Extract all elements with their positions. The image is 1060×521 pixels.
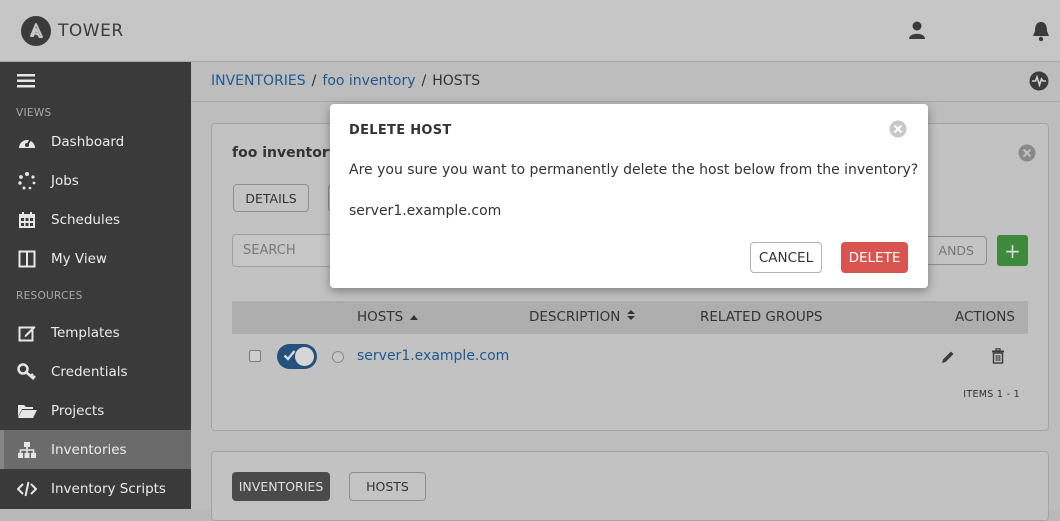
ansible-logo-icon — [21, 16, 51, 46]
sidebar-item-templates[interactable]: Templates — [0, 313, 191, 352]
breadcrumb-foo-inventory[interactable]: foo inventory — [322, 73, 415, 89]
column-description[interactable]: DESCRIPTION — [529, 309, 636, 325]
sidebar-item-inventories[interactable]: Inventories — [0, 430, 191, 469]
sidebar-item-dashboard[interactable]: Dashboard — [0, 122, 191, 161]
items-count: ITEMS 1 - 1 — [963, 389, 1020, 400]
close-icon[interactable] — [889, 120, 907, 138]
sidebar-item-jobs[interactable]: Jobs — [0, 161, 191, 200]
section-label-views: VIEWS — [16, 107, 52, 119]
column-hosts-label: HOSTS — [357, 309, 404, 325]
sidebar-item-schedules[interactable]: Schedules — [0, 200, 191, 239]
cancel-button[interactable]: CANCEL — [750, 242, 822, 273]
tab-hosts[interactable]: HOSTS — [349, 472, 426, 501]
dashboard-icon — [16, 132, 38, 152]
host-enabled-toggle[interactable] — [277, 344, 317, 369]
pencil-square-icon — [16, 323, 38, 343]
column-related-groups: RELATED GROUPS — [700, 309, 822, 325]
column-actions: ACTIONS — [955, 309, 1015, 325]
panel-title: foo inventory — [232, 145, 338, 161]
column-related-groups-label: RELATED GROUPS — [700, 309, 823, 325]
calendar-icon — [16, 210, 38, 230]
sort-icon — [626, 309, 636, 325]
breadcrumb-separator: / — [421, 73, 427, 89]
add-host-button[interactable]: + — [997, 235, 1028, 266]
sidebar-item-label: Dashboard — [51, 133, 125, 150]
column-actions-label: ACTIONS — [955, 309, 1015, 325]
brand-name: TOWER — [58, 21, 124, 41]
sidebar-item-label: My View — [51, 250, 107, 267]
host-status-indicator — [332, 351, 344, 363]
related-panel: INVENTORIES HOSTS — [211, 451, 1049, 521]
brand[interactable]: TOWER — [21, 16, 124, 46]
sidebar-item-credentials[interactable]: Credentials — [0, 352, 191, 391]
table-row: server1.example.com — [232, 334, 1028, 380]
columns-icon — [16, 249, 38, 269]
bell-icon[interactable] — [1031, 20, 1051, 42]
breadcrumb-separator: / — [311, 73, 317, 89]
sidebar-item-label: Inventory Scripts — [51, 480, 166, 497]
sidebar-item-projects[interactable]: Projects — [0, 391, 191, 430]
table-header: HOSTS DESCRIPTION RELATED GROUPS ACTIONS — [232, 301, 1028, 334]
key-icon — [16, 362, 38, 382]
row-checkbox[interactable] — [249, 350, 261, 362]
user-icon[interactable] — [908, 20, 928, 42]
sidebar-item-my-view[interactable]: My View — [0, 239, 191, 278]
sidebar-item-label: Jobs — [51, 172, 79, 189]
modal-host-name: server1.example.com — [349, 203, 502, 219]
menu-toggle-icon[interactable] — [17, 74, 35, 88]
modal-title: DELETE HOST — [349, 123, 452, 138]
column-hosts[interactable]: HOSTS — [357, 309, 419, 325]
edit-icon[interactable] — [940, 349, 956, 369]
toggle-knob — [295, 347, 314, 366]
activity-stream-icon[interactable] — [1029, 71, 1049, 91]
close-icon[interactable] — [1018, 144, 1036, 162]
top-bar: TOWER — [0, 0, 1060, 62]
delete-button[interactable]: DELETE — [841, 242, 908, 273]
sidebar-item-label: Schedules — [51, 211, 121, 228]
sidebar-item-label: Inventories — [51, 441, 127, 458]
breadcrumb: INVENTORIES / foo inventory / HOSTS — [211, 73, 480, 89]
sidebar-item-label: Projects — [51, 402, 105, 419]
sidebar: VIEWS Dashboard Jobs Schedules My View R… — [0, 62, 191, 509]
sidebar-item-label: Templates — [51, 324, 120, 341]
modal-message: Are you sure you want to permanently del… — [349, 162, 919, 178]
sidebar-item-label: Credentials — [51, 363, 128, 380]
delete-host-modal: DELETE HOST Are you sure you want to per… — [330, 104, 928, 288]
sort-up-icon — [409, 309, 419, 325]
breadcrumb-bar: INVENTORIES / foo inventory / HOSTS — [191, 62, 1060, 102]
section-label-resources: RESOURCES — [16, 290, 83, 302]
tab-details[interactable]: DETAILS — [233, 184, 309, 212]
sidebar-item-inventory-scripts[interactable]: Inventory Scripts — [0, 469, 191, 508]
code-icon — [16, 479, 38, 499]
trash-icon[interactable] — [991, 348, 1005, 368]
folder-open-icon — [16, 401, 38, 421]
breadcrumb-current: HOSTS — [432, 73, 481, 89]
sitemap-icon — [16, 440, 38, 460]
host-name-link[interactable]: server1.example.com — [357, 348, 509, 364]
breadcrumb-inventories[interactable]: INVENTORIES — [211, 73, 306, 89]
jobs-icon — [16, 171, 38, 191]
tab-inventories[interactable]: INVENTORIES — [232, 472, 330, 501]
column-description-label: DESCRIPTION — [529, 309, 621, 325]
